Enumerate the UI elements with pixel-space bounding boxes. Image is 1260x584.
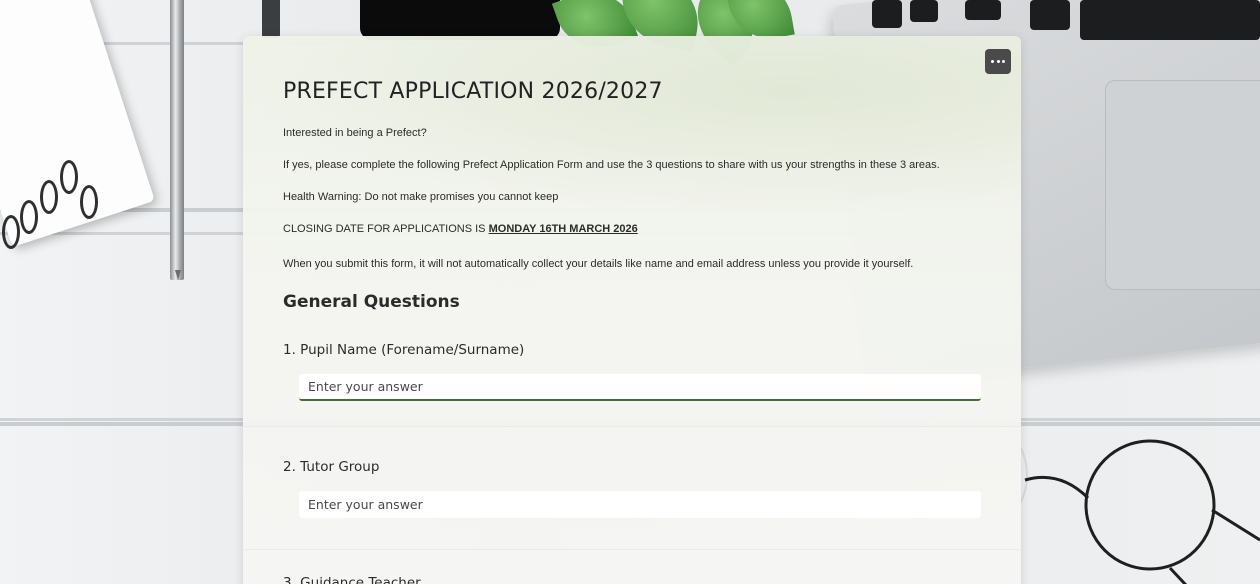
notebook-spiral xyxy=(2,215,20,249)
pen-tip-decoration xyxy=(175,270,181,280)
question-label: 1. Pupil Name (Forename/Surname) xyxy=(283,342,525,358)
form-content: PREFECT APPLICATION 2026/2027 Interested… xyxy=(243,79,1021,584)
form-description-line: Interested in being a Prefect? xyxy=(283,127,427,139)
laptop-key xyxy=(910,0,938,22)
more-options-button[interactable] xyxy=(985,49,1011,74)
form-description-line: If yes, please complete the following Pr… xyxy=(283,159,940,171)
question-label: 2. Tutor Group xyxy=(283,459,380,475)
form-card: PREFECT APPLICATION 2026/2027 Interested… xyxy=(243,36,1021,584)
pencil-decoration xyxy=(262,0,280,38)
privacy-note: When you submit this form, it will not a… xyxy=(283,258,914,270)
pen-decoration xyxy=(170,0,184,280)
closing-date-prefix: CLOSING DATE FOR APPLICATIONS IS xyxy=(283,223,489,235)
ellipsis-icon xyxy=(990,60,1006,63)
laptop-key xyxy=(1030,0,1070,30)
notebook-spiral xyxy=(20,200,38,234)
notebook-spiral xyxy=(80,185,98,219)
question-divider xyxy=(243,426,1021,427)
question-label: 3. Guidance Teacher xyxy=(283,575,421,584)
tutor-group-input[interactable] xyxy=(299,491,981,518)
pupil-name-input[interactable] xyxy=(299,374,981,401)
laptop-key xyxy=(965,0,1001,20)
closing-date-value: MONDAY 16TH MARCH 2026 xyxy=(488,223,638,235)
card-header-background xyxy=(243,36,1021,216)
laptop-key xyxy=(1080,0,1260,40)
laptop-trackpad xyxy=(1105,80,1260,290)
notebook-spiral xyxy=(60,160,78,194)
notebook-spiral xyxy=(40,180,58,214)
question-divider xyxy=(243,549,1021,550)
section-title: General Questions xyxy=(283,292,460,312)
form-title: PREFECT APPLICATION 2026/2027 xyxy=(283,79,663,104)
laptop-key xyxy=(872,0,902,28)
closing-date-notice: CLOSING DATE FOR APPLICATIONS IS MONDAY … xyxy=(283,223,638,235)
form-description-line: Health Warning: Do not make promises you… xyxy=(283,191,559,203)
